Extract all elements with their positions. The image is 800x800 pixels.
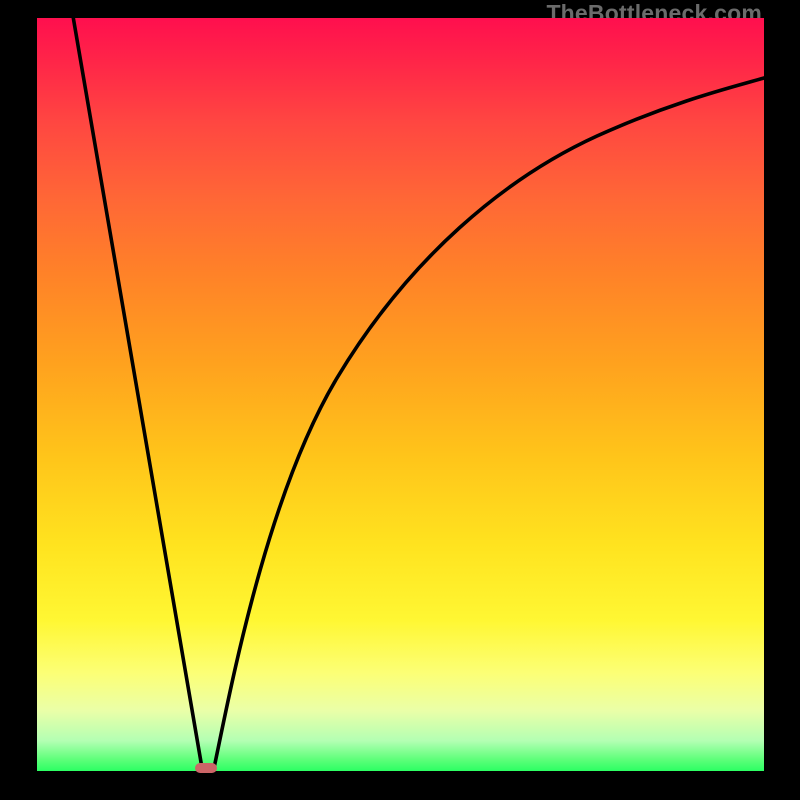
plot-area: [37, 18, 764, 771]
curve-left-branch: [73, 18, 202, 768]
bottleneck-curve: [37, 18, 764, 771]
chart-frame: TheBottleneck.com: [0, 0, 800, 800]
min-marker-pill: [195, 763, 217, 773]
curve-right-branch: [214, 78, 764, 768]
